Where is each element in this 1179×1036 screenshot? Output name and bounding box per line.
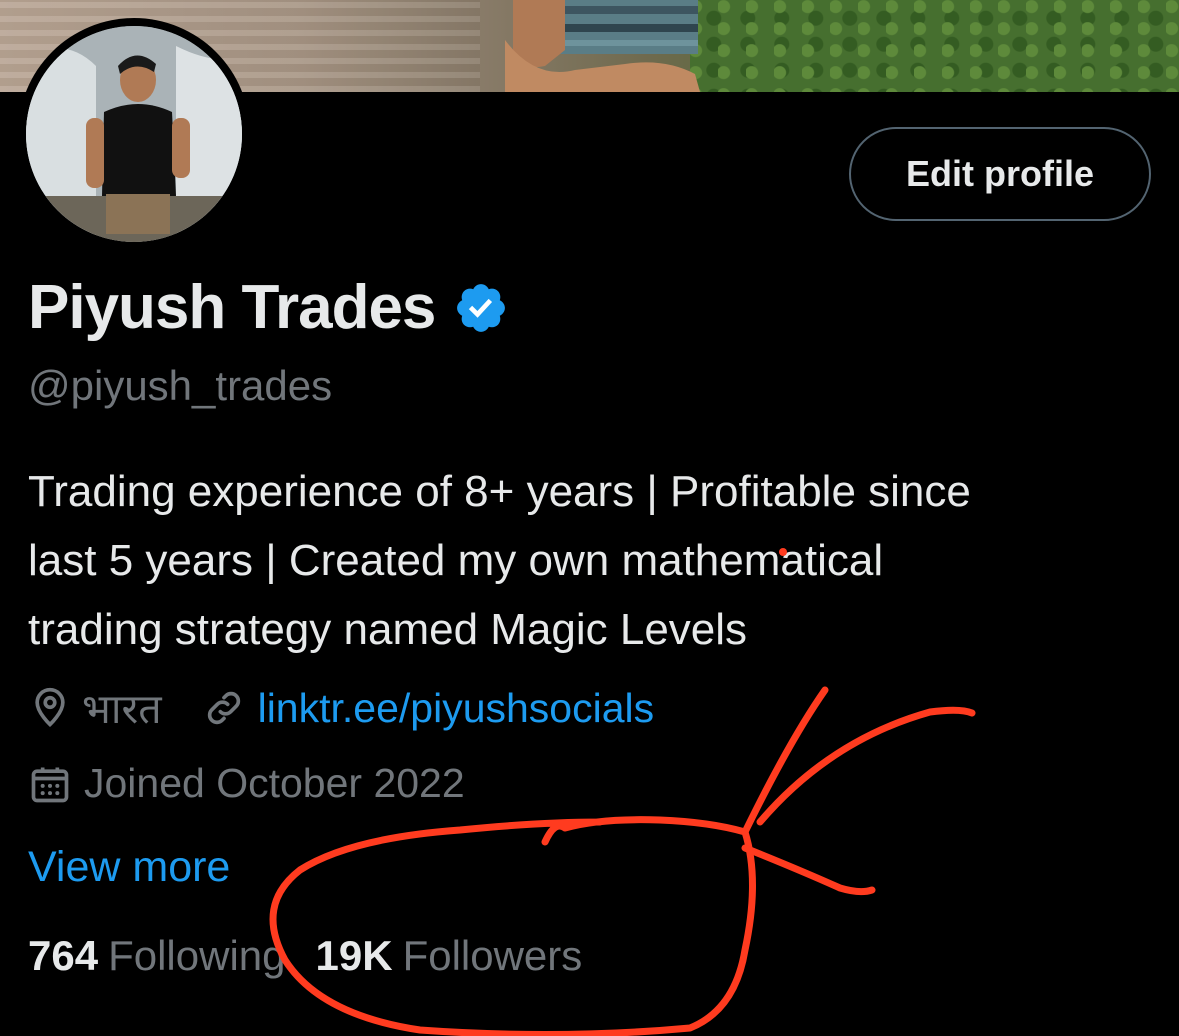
calendar-icon xyxy=(31,767,69,802)
bio-line: Trading experience of 8+ years | Profita… xyxy=(28,467,971,516)
banner-person xyxy=(505,0,700,92)
avatar-photo xyxy=(26,26,242,242)
bio-line: trading strategy named Magic Levels xyxy=(28,605,748,654)
verified-badge-icon[interactable] xyxy=(453,280,509,336)
edit-profile-button[interactable]: Edit profile xyxy=(849,127,1151,221)
profile-joined-date: Joined October 2022 xyxy=(84,760,465,806)
profile-location: भारत xyxy=(82,686,162,732)
link-icon xyxy=(207,691,240,725)
profile-handle: @piyush_trades xyxy=(28,362,333,409)
profile-website-link[interactable]: linktr.ee/piyushsocials xyxy=(258,685,655,732)
followers-count: 19K xyxy=(315,932,393,979)
following-label: Following xyxy=(108,932,286,979)
profile-meta-location-link: भारत linktr.ee/piyushsocials xyxy=(28,680,654,736)
profile-name-row: Piyush Trades xyxy=(28,272,509,343)
profile-bio: Trading experience of 8+ years | Profita… xyxy=(28,457,1148,664)
followers-stat[interactable]: 19K Followers xyxy=(316,932,583,980)
banner-grass xyxy=(690,0,1179,92)
profile-meta-joined: Joined October 2022 xyxy=(28,760,465,807)
following-stat[interactable]: 764 Following xyxy=(28,932,286,980)
following-count: 764 xyxy=(28,932,99,979)
bio-line: last 5 years | Created my own mathematic… xyxy=(28,536,884,585)
avatar[interactable] xyxy=(18,18,250,250)
profile-stats: 764 Following 19K Followers xyxy=(28,932,582,980)
followers-label: Followers xyxy=(402,932,583,979)
display-name: Piyush Trades xyxy=(28,273,436,342)
view-more-link[interactable]: View more xyxy=(28,843,230,892)
location-pin-icon xyxy=(35,687,65,728)
